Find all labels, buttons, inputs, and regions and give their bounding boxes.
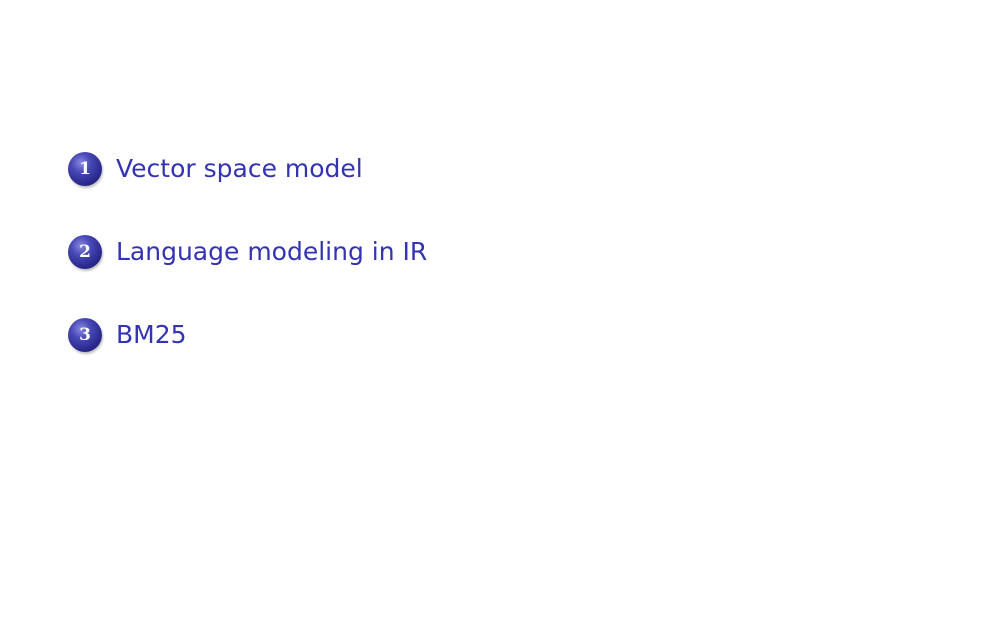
toc-link-label[interactable]: BM25 bbox=[116, 316, 187, 354]
toc-item-language-modeling[interactable]: 2 Language modeling in IR bbox=[68, 233, 427, 271]
slide: 1 Vector space model 2 Language modeling… bbox=[0, 0, 1008, 617]
toc-link-label[interactable]: Vector space model bbox=[116, 150, 363, 188]
toc-link-label[interactable]: Language modeling in IR bbox=[116, 233, 427, 271]
toc-item-bm25[interactable]: 3 BM25 bbox=[68, 316, 427, 354]
toc-item-vector-space-model[interactable]: 1 Vector space model bbox=[68, 150, 427, 188]
table-of-contents: 1 Vector space model 2 Language modeling… bbox=[68, 150, 427, 399]
item-number-ball: 1 bbox=[68, 152, 102, 186]
item-number-ball: 3 bbox=[68, 318, 102, 352]
item-number-ball: 2 bbox=[68, 235, 102, 269]
